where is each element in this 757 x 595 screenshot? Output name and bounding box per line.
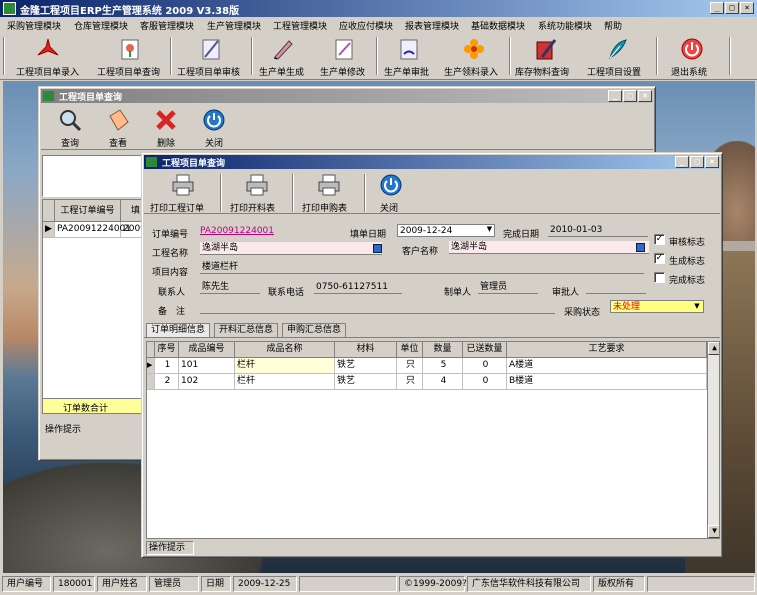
remark-field[interactable]: [200, 301, 555, 314]
finish-date-field[interactable]: 2010-01-03: [548, 224, 648, 237]
tb-project-settings[interactable]: 工程项目设置: [582, 34, 654, 78]
hint-label: 操作提示: [45, 425, 82, 435]
filter-area: [42, 155, 142, 197]
grid-vscrollbar[interactable]: ▲ ▼: [707, 342, 719, 538]
tb-exit[interactable]: 退出系统: [659, 34, 725, 78]
app-title-bar: 金隆工程项目ERP生产管理系统 2009 V3.38版 _ □ ×: [0, 0, 757, 17]
flower-icon: [464, 39, 484, 59]
customer-field[interactable]: 逸湖半岛: [449, 241, 649, 254]
project-name-field[interactable]: 逸湖半岛: [200, 242, 382, 255]
phone-field[interactable]: 0750-61127511: [314, 281, 402, 294]
close-icon[interactable]: ×: [740, 2, 754, 14]
edit-document-icon: [335, 39, 353, 60]
tb-inventory-query[interactable]: 库存物料查询: [512, 34, 580, 78]
detail-tabs: 订单明细信息 开料汇总信息 申购汇总信息: [144, 323, 720, 338]
table-row[interactable]: ▶: [43, 222, 55, 238]
printer-icon: [318, 174, 340, 196]
power-icon: [203, 109, 225, 131]
menu-ar-ap[interactable]: 应收应付模块: [339, 19, 393, 32]
tb-project-query[interactable]: 工程项目单查询: [92, 34, 168, 78]
tb-material-entry[interactable]: 生产领料录入: [441, 34, 507, 78]
printer-icon: [172, 174, 194, 196]
completed-checkbox[interactable]: [654, 272, 665, 283]
magnifier-icon: [60, 110, 82, 132]
order-no-field[interactable]: PA20091224001: [198, 225, 348, 238]
maximize-icon[interactable]: □: [623, 90, 637, 102]
power-icon: [380, 174, 402, 196]
book-pen-icon: [536, 39, 557, 60]
status-bar: 用户编号 180001 用户姓名 管理员 日期 2009-12-25 ©1999…: [0, 573, 757, 595]
menu-warehouse[interactable]: 仓库管理模块: [74, 19, 128, 32]
menu-production[interactable]: 生产管理模块: [207, 19, 261, 32]
maximize-icon[interactable]: □: [725, 2, 739, 14]
generated-checkbox[interactable]: ✓: [654, 253, 665, 264]
main-toolbar: 工程项目单录入 工程项目单查询 工程项目单审核 生产单生成 生产单修改 生产单审…: [0, 33, 757, 80]
window-title-bar: 工程项目单查询 _ □ ×: [41, 89, 653, 103]
query-window-front: 工程项目单查询 _ □ × 打印工程订单 打印开料表 打印申购表 关闭 订单编号…: [141, 152, 723, 558]
print-purchase-button[interactable]: 打印申购表: [296, 171, 362, 214]
window-title-bar: 工程项目单查询 _ □ ×: [144, 155, 720, 169]
detail-grid: 序号 成品编号 成品名称 材料 单位 数量 已送数量 工艺要求 ▶ 1 101 …: [146, 341, 720, 539]
close-icon[interactable]: ×: [638, 90, 652, 102]
menu-help[interactable]: 帮助: [604, 19, 622, 32]
document-flower-icon: [121, 39, 139, 60]
pen-generate-icon: [273, 40, 293, 60]
tab-purchase-summary[interactable]: 申购汇总信息: [282, 323, 347, 337]
delete-x-icon: [156, 110, 176, 130]
close-icon[interactable]: ×: [705, 156, 719, 168]
approver-field[interactable]: [586, 281, 646, 294]
query-button[interactable]: 查询: [49, 106, 91, 149]
app-icon: [3, 2, 16, 15]
quill-document-icon: [202, 39, 220, 60]
printer-icon: [246, 174, 268, 196]
chevron-down-icon[interactable]: ▼: [692, 302, 702, 312]
status-spacer: [299, 576, 397, 592]
menu-basic-data[interactable]: 基础数据模块: [471, 19, 525, 32]
window-icon: [146, 157, 157, 167]
tab-cutting-summary[interactable]: 开料汇总信息: [214, 323, 279, 337]
tb-production-edit[interactable]: 生产单修改: [314, 34, 374, 78]
menu-bar: 采购管理模块 仓库管理模块 客服管理模块 生产管理模块 工程管理模块 应收应付模…: [0, 17, 757, 33]
delete-button[interactable]: 删除: [145, 106, 187, 149]
close-button[interactable]: 关闭: [368, 171, 414, 214]
app-title: 金隆工程项目ERP生产管理系统 2009 V3.38版: [20, 6, 240, 17]
sign-document-icon: [400, 39, 418, 60]
menu-system[interactable]: 系统功能模块: [538, 19, 592, 32]
print-cutting-button[interactable]: 打印开料表: [224, 171, 290, 214]
feather-icon: [609, 39, 627, 60]
close-button[interactable]: 关闭: [193, 106, 235, 149]
tab-order-detail[interactable]: 订单明细信息: [146, 323, 211, 337]
tb-project-entry[interactable]: 工程项目单录入: [6, 34, 90, 78]
fill-date-field[interactable]: 2009-12-24: [397, 224, 495, 237]
menu-purchase[interactable]: 采购管理模块: [7, 19, 61, 32]
maker-field[interactable]: 管理员: [478, 281, 538, 294]
contact-field[interactable]: 陈先生: [200, 281, 260, 294]
tb-production-generate[interactable]: 生产单生成: [254, 34, 312, 78]
menu-engineering[interactable]: 工程管理模块: [273, 19, 327, 32]
mdi-background: 工程项目单查询 _ □ × 查询 查看 删除 关闭 工程订单编号 填 ▶ PA2…: [3, 81, 755, 573]
menu-service[interactable]: 客服管理模块: [140, 19, 194, 32]
menu-reports[interactable]: 报表管理模块: [405, 19, 459, 32]
power-icon: [681, 38, 703, 60]
view-button[interactable]: 查看: [97, 106, 139, 149]
order-list-grid: 工程订单编号 填 ▶ PA20091224001 2009 订单数合计: [42, 199, 142, 414]
lookup-icon[interactable]: [373, 244, 382, 253]
pdf-icon: [37, 38, 59, 56]
content-field[interactable]: 楼道栏杆: [200, 261, 644, 274]
tb-project-approve[interactable]: 工程项目单审核: [173, 34, 249, 78]
approved-checkbox[interactable]: ✓: [654, 234, 665, 245]
maximize-icon[interactable]: □: [690, 156, 704, 168]
hint-label: 操作提示: [146, 541, 194, 555]
date-dropdown-icon[interactable]: ▼: [484, 225, 495, 236]
print-order-button[interactable]: 打印工程订单: [148, 171, 218, 214]
minimize-icon[interactable]: _: [710, 2, 724, 14]
minimize-icon[interactable]: _: [608, 90, 622, 102]
window-icon: [43, 91, 54, 101]
lookup-icon[interactable]: [636, 243, 645, 252]
purchase-status-select[interactable]: 未处理: [610, 300, 704, 313]
document-view-icon: [109, 109, 129, 131]
minimize-icon[interactable]: _: [675, 156, 689, 168]
order-total-row: 订单数合计: [43, 398, 141, 413]
tb-production-approve[interactable]: 生产单审批: [379, 34, 439, 78]
